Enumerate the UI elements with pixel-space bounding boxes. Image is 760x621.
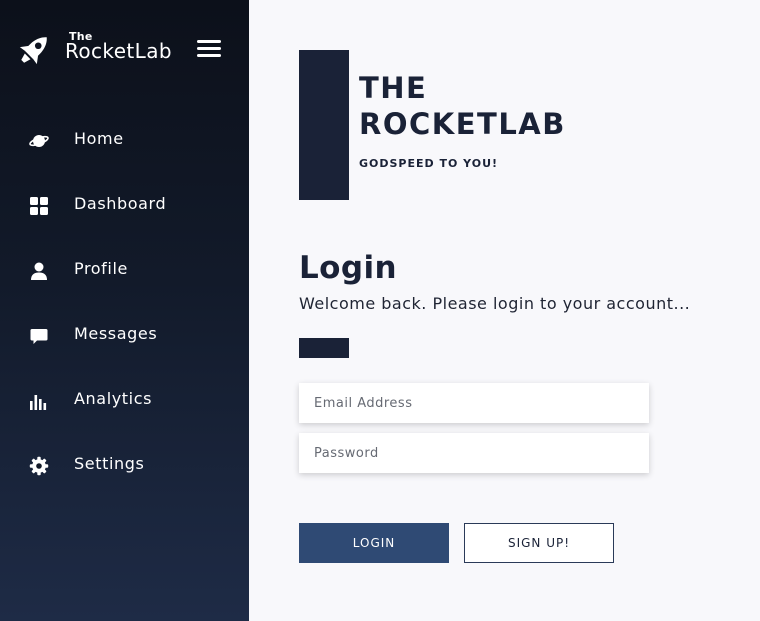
- password-field[interactable]: [299, 433, 649, 473]
- email-field[interactable]: [299, 383, 649, 423]
- sidebar-item-analytics[interactable]: Analytics: [0, 368, 249, 433]
- user-icon: [31, 262, 47, 280]
- hero-title-line2: ROCKETLAB: [359, 107, 566, 141]
- sidebar-item-messages[interactable]: Messages: [0, 303, 249, 368]
- sidebar-item-label: Messages: [74, 324, 158, 343]
- planet-icon: [29, 135, 49, 147]
- login-accent-bar: [299, 338, 349, 358]
- sidebar-nav: Home Dashboard Profile Messages Analytic…: [0, 108, 249, 498]
- brand: The RocketLab: [14, 30, 239, 74]
- grid-icon: [30, 197, 48, 215]
- sidebar-item-home[interactable]: Home: [0, 108, 249, 173]
- login-button[interactable]: LOGIN: [299, 523, 449, 563]
- login-subtitle: Welcome back. Please login to your accou…: [299, 294, 691, 313]
- sidebar-item-profile[interactable]: Profile: [0, 238, 249, 303]
- sidebar: The RocketLab Home Dashboard Profile Mes…: [0, 0, 249, 621]
- sidebar-item-label: Home: [74, 129, 124, 148]
- hero-subtitle: GODSPEED TO YOU!: [359, 157, 499, 170]
- sidebar-item-label: Profile: [74, 259, 128, 278]
- gear-icon: [29, 456, 49, 476]
- login-title: Login: [299, 250, 397, 286]
- rocket-icon: [19, 37, 47, 65]
- chat-icon: [30, 329, 48, 344]
- sidebar-item-dashboard[interactable]: Dashboard: [0, 173, 249, 238]
- signup-button[interactable]: SIGN UP!: [464, 523, 614, 563]
- sidebar-item-settings[interactable]: Settings: [0, 433, 249, 498]
- main-content: THE ROCKETLAB GODSPEED TO YOU! Login Wel…: [249, 0, 760, 621]
- hero-title: THE ROCKETLAB: [359, 70, 566, 142]
- hamburger-menu-icon[interactable]: [197, 40, 221, 60]
- sidebar-item-label: Analytics: [74, 389, 153, 408]
- bar-chart-icon: [30, 395, 47, 410]
- hero-title-line1: THE: [359, 71, 428, 105]
- sidebar-item-label: Settings: [74, 454, 145, 473]
- brand-name: RocketLab: [65, 39, 172, 63]
- sidebar-item-label: Dashboard: [74, 194, 167, 213]
- hero-accent-bar: [299, 50, 349, 200]
